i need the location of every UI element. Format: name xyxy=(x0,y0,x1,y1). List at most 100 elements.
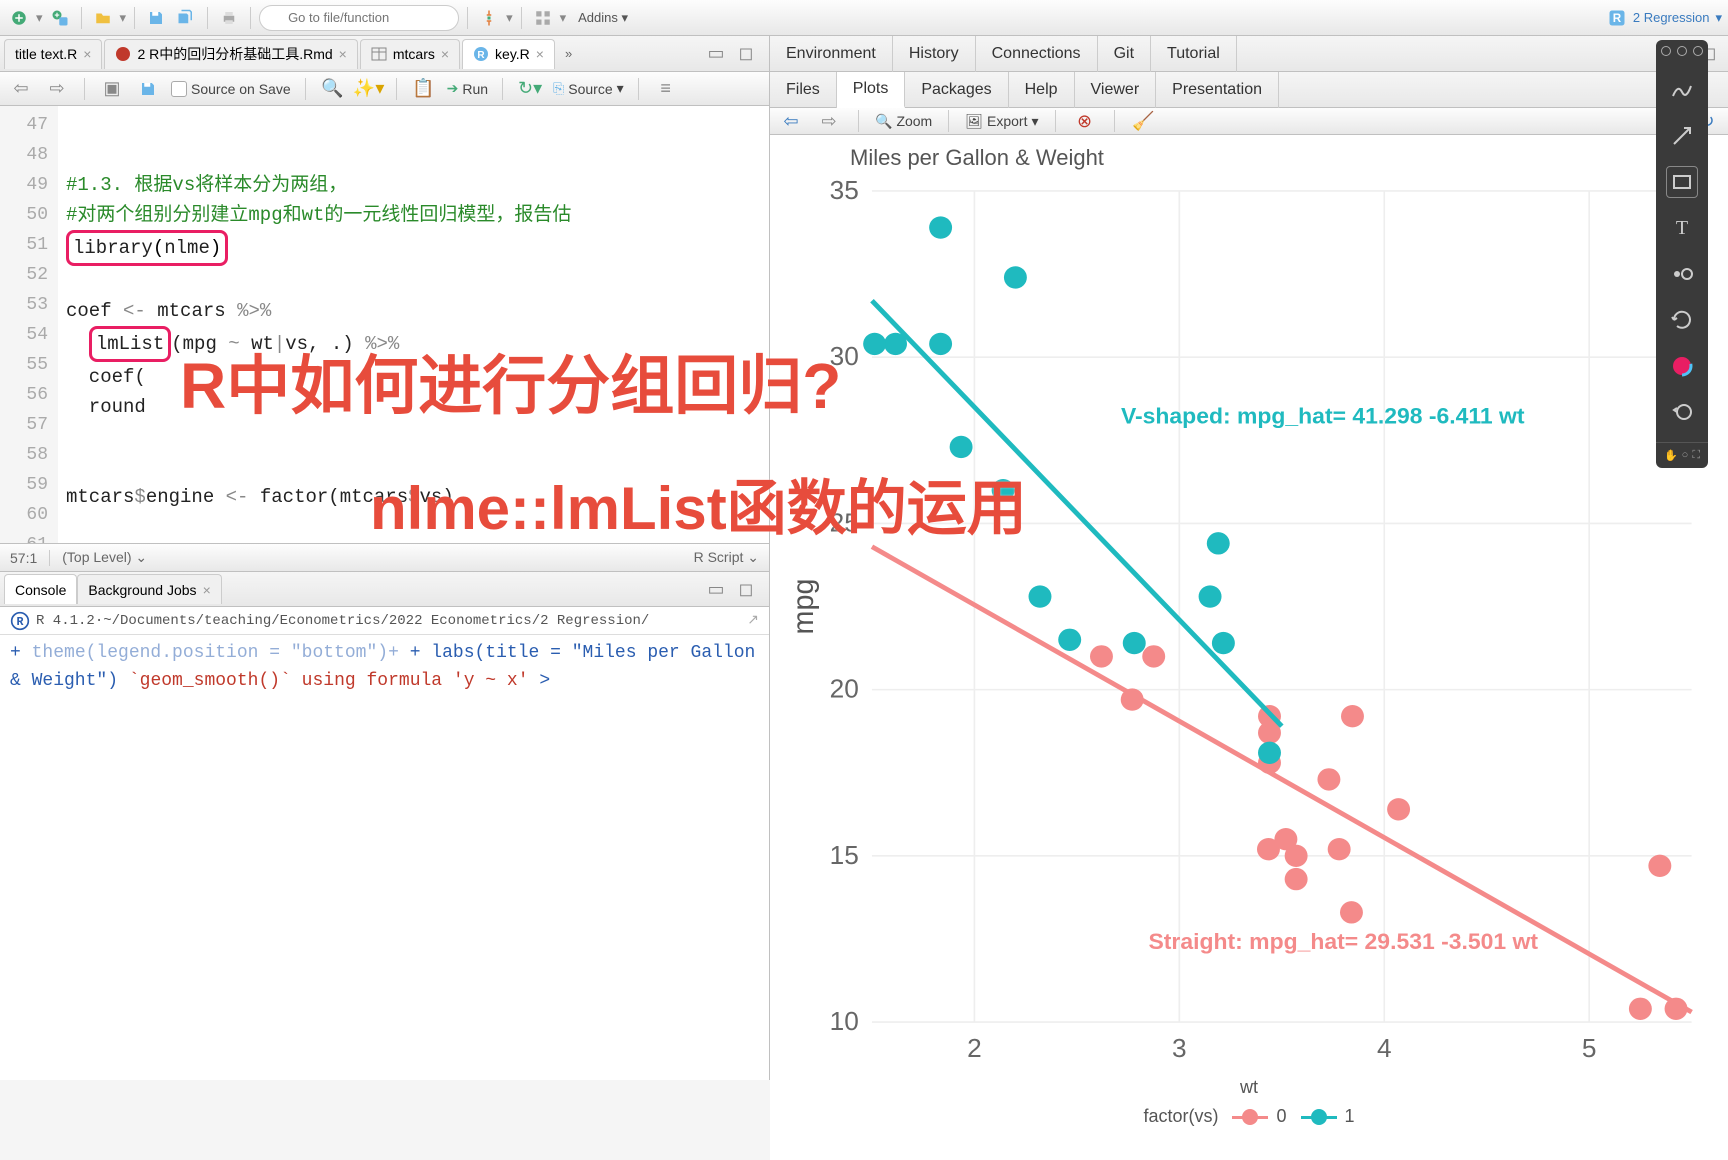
svg-text:4: 4 xyxy=(1377,1035,1392,1063)
svg-text:10: 10 xyxy=(830,1008,859,1036)
plots-tabs: Files Plots Packages Help Viewer Present… xyxy=(770,72,1728,108)
svg-text:30: 30 xyxy=(830,343,859,371)
svg-text:R: R xyxy=(477,50,485,61)
text-icon[interactable]: T xyxy=(1666,212,1698,244)
counter-icon[interactable] xyxy=(1666,258,1698,290)
tab-console[interactable]: Console xyxy=(4,574,77,604)
tab-git[interactable]: Git xyxy=(1098,36,1151,72)
svg-text:mpg: mpg xyxy=(790,579,820,635)
console-tabs: Console Background Jobs× ▭ ◻ xyxy=(0,571,769,607)
project-menu[interactable]: R 2 Regression ▾ xyxy=(1607,8,1722,28)
tab-rmd[interactable]: 2 R中的回归分析基础工具.Rmd× xyxy=(104,39,357,69)
maximize-icon[interactable]: ◻ xyxy=(733,576,759,602)
run-button[interactable]: ➔Run xyxy=(447,80,488,97)
tab-key[interactable]: R key.R× xyxy=(462,39,555,69)
svg-text:R: R xyxy=(17,615,24,629)
tab-environment[interactable]: Environment xyxy=(770,36,893,72)
source-on-save-checkbox[interactable]: Source on Save xyxy=(171,81,291,97)
new-project-icon[interactable] xyxy=(47,5,73,31)
tab-files[interactable]: Files xyxy=(770,72,837,108)
editor-tabs: title text.R× 2 R中的回归分析基础工具.Rmd× mtcars×… xyxy=(0,36,769,72)
refresh-icon[interactable] xyxy=(1666,304,1698,336)
tab-overflow-icon[interactable]: » xyxy=(557,46,580,61)
console-output[interactable]: + theme(legend.position = "bottom")+ + l… xyxy=(0,635,769,1080)
save-icon[interactable] xyxy=(135,76,161,102)
tab-plots[interactable]: Plots xyxy=(837,72,906,108)
freehand-icon[interactable] xyxy=(1666,74,1698,106)
minimize-icon[interactable]: ▭ xyxy=(703,41,729,67)
tab-background-jobs[interactable]: Background Jobs× xyxy=(77,574,221,604)
close-icon[interactable]: × xyxy=(441,46,449,62)
wand-icon[interactable]: ✨▾ xyxy=(356,76,382,102)
maximize-icon[interactable]: ◻ xyxy=(733,41,759,67)
svg-text:3: 3 xyxy=(1172,1035,1187,1063)
x-axis-label: wt xyxy=(790,1077,1708,1098)
addins-menu[interactable]: Addins ▾ xyxy=(570,10,636,26)
remove-plot-icon[interactable]: ⊗ xyxy=(1072,108,1098,134)
svg-text:2: 2 xyxy=(967,1035,982,1063)
tab-viewer[interactable]: Viewer xyxy=(1075,72,1157,108)
svg-text:15: 15 xyxy=(830,842,859,870)
save-icon[interactable] xyxy=(143,5,169,31)
line-gutter: 4748495051525354555657585960616263 xyxy=(0,106,58,543)
annotation-toolbar[interactable]: T ✋○⛶ xyxy=(1656,40,1708,468)
forward-icon[interactable]: ⇨ xyxy=(44,76,70,102)
tab-help[interactable]: Help xyxy=(1009,72,1075,108)
undo-icon[interactable] xyxy=(1666,396,1698,428)
rectangle-icon[interactable] xyxy=(1666,166,1698,198)
outline-icon[interactable]: ≡ xyxy=(653,76,679,102)
print-icon[interactable] xyxy=(216,5,242,31)
next-plot-icon[interactable]: ⇨ xyxy=(816,108,842,134)
back-icon[interactable]: ⇦ xyxy=(8,76,34,102)
export-button[interactable]: 🖼 Export ▾ xyxy=(965,113,1038,130)
tab-history[interactable]: History xyxy=(893,36,976,72)
color-picker-icon[interactable] xyxy=(1666,350,1698,382)
tab-mtcars[interactable]: mtcars× xyxy=(360,39,460,69)
clear-plots-icon[interactable]: 🧹 xyxy=(1131,108,1157,134)
tools-icon[interactable] xyxy=(476,5,502,31)
file-type-selector[interactable]: R Script ⌄ xyxy=(694,549,759,566)
scope-selector[interactable]: (Top Level) ⌄ xyxy=(62,549,147,566)
svg-text:35: 35 xyxy=(830,177,859,205)
tab-connections[interactable]: Connections xyxy=(976,36,1098,72)
chart-canvas: 2 3 4 5 10 15 20 25 30 35 mpg V-shaped: mpg_hat= 41… xyxy=(790,175,1708,1070)
plot-area: Miles per Gallon & Weight 2 3 4 5 10 15 20 25 30… xyxy=(770,135,1728,1160)
console-path: R R 4.1.2 · ~/Documents/teaching/Econome… xyxy=(0,607,769,635)
tab-packages[interactable]: Packages xyxy=(905,72,1008,108)
tab-title-text[interactable]: title text.R× xyxy=(4,39,102,69)
rerun-icon[interactable]: ↻▾ xyxy=(517,76,543,102)
source-button[interactable]: ⎘Source ▾ xyxy=(553,80,624,97)
open-file-icon[interactable] xyxy=(90,5,116,31)
env-tabs: Environment History Connections Git Tuto… xyxy=(770,36,1728,72)
svg-text:V-shaped: mpg_hat= 41.298 -6.4: V-shaped: mpg_hat= 41.298 -6.411 wt xyxy=(1121,403,1525,429)
prev-plot-icon[interactable]: ⇦ xyxy=(778,108,804,134)
new-file-icon[interactable] xyxy=(6,5,32,31)
plot-title: Miles per Gallon & Weight xyxy=(850,145,1708,171)
svg-text:R: R xyxy=(1613,12,1622,25)
save-all-icon[interactable] xyxy=(173,5,199,31)
minimize-icon[interactable]: ▭ xyxy=(703,576,729,602)
cursor-position: 57:1 xyxy=(10,550,37,566)
main-toolbar: ▾ ▾ ↗ ▾ ▾ Addins ▾ R 2 Regression ▾ xyxy=(0,0,1728,36)
tab-presentation[interactable]: Presentation xyxy=(1156,72,1279,108)
code-editor[interactable]: 4748495051525354555657585960616263 #1.3.… xyxy=(0,106,769,543)
plots-toolbar: ⇦ ⇨ 🔍 Zoom 🖼 Export ▾ ⊗ 🧹 ↻ xyxy=(770,108,1728,135)
legend: factor(vs) 0 1 xyxy=(790,1106,1708,1127)
editor-toolbar: ⇦ ⇨ ▣ Source on Save 🔍 ✨▾ 📋 ➔Run ↻▾ ⎘Sou… xyxy=(0,72,769,106)
close-icon[interactable]: × xyxy=(536,46,544,62)
zoom-button[interactable]: 🔍 Zoom xyxy=(875,113,932,130)
goto-input[interactable] xyxy=(259,5,459,31)
close-icon[interactable]: × xyxy=(83,46,91,62)
svg-text:Straight: mpg_hat= 29.531 -3.5: Straight: mpg_hat= 29.531 -3.501 wt xyxy=(1148,928,1538,954)
tab-tutorial[interactable]: Tutorial xyxy=(1151,36,1237,72)
close-icon[interactable]: × xyxy=(339,46,347,62)
find-icon[interactable]: 🔍 xyxy=(320,76,346,102)
grid-icon[interactable] xyxy=(530,5,556,31)
show-in-new-window-icon[interactable]: ▣ xyxy=(99,76,125,102)
close-icon[interactable]: × xyxy=(203,582,211,598)
arrow-icon[interactable] xyxy=(1666,120,1698,152)
notebook-icon[interactable]: 📋 xyxy=(411,76,437,102)
svg-text:25: 25 xyxy=(830,510,859,538)
svg-text:5: 5 xyxy=(1582,1035,1597,1063)
svg-text:20: 20 xyxy=(830,676,859,704)
